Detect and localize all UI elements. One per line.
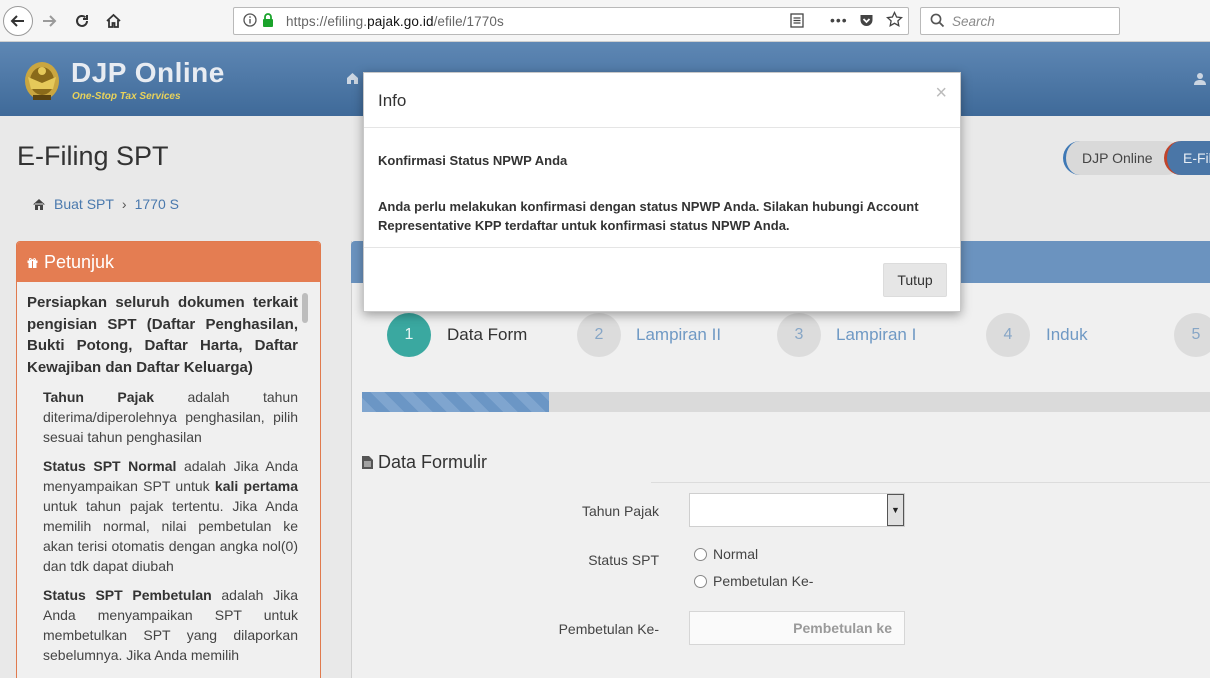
- back-arrow-icon: [10, 15, 24, 27]
- step-3-label[interactable]: Lampiran I: [836, 325, 916, 345]
- tutup-button[interactable]: Tutup: [883, 263, 947, 297]
- status-normal-help: Status SPT Normal adalah Jika Anda menya…: [43, 458, 298, 574]
- home-breadcrumb-icon[interactable]: [32, 198, 46, 210]
- lock-icon[interactable]: [262, 13, 274, 30]
- home-nav-icon[interactable]: [346, 72, 359, 87]
- gift-icon: [27, 257, 38, 268]
- status-pembetulan-option[interactable]: Pembetulan Ke-: [694, 573, 813, 589]
- brand-tagline: One-Stop Tax Services: [72, 91, 181, 102]
- bookmark-star-icon[interactable]: [886, 10, 903, 31]
- search-placeholder: Search: [952, 14, 995, 29]
- garuda-emblem-icon: [25, 62, 59, 100]
- url-text: https://efiling.pajak.go.id/efile/1770s: [286, 14, 504, 29]
- search-icon: [930, 13, 945, 31]
- select-dropdown-arrow[interactable]: ▼: [887, 494, 904, 526]
- status-spt-label: Status SPT: [588, 552, 659, 568]
- browser-toolbar: https://efiling.pajak.go.id/efile/1770s …: [0, 0, 1210, 42]
- address-bar[interactable]: https://efiling.pajak.go.id/efile/1770s …: [233, 7, 909, 35]
- status-pembetulan-label[interactable]: Pembetulan Ke-: [713, 573, 813, 589]
- reload-button[interactable]: [67, 6, 97, 36]
- pembetulan-ke-label: Pembetulan Ke-: [558, 621, 659, 637]
- step-4-circle[interactable]: 4: [986, 313, 1030, 357]
- petunjuk-title: Petunjuk: [44, 251, 115, 272]
- browser-search-box[interactable]: Search: [920, 7, 1120, 35]
- reload-icon: [76, 14, 88, 27]
- petunjuk-panel: Petunjuk Persiapkan seluruh dokumen terk…: [16, 241, 321, 678]
- forward-button[interactable]: [34, 6, 64, 36]
- forward-arrow-icon: [43, 15, 57, 27]
- step-3-circle[interactable]: 3: [777, 313, 821, 357]
- modal-body: Konfirmasi Status NPWP Anda Anda perlu m…: [364, 128, 960, 248]
- modal-message: Anda perlu melakukan konfirmasi dengan s…: [378, 198, 919, 234]
- more-actions-icon[interactable]: •••: [830, 12, 848, 28]
- info-modal: Info × Konfirmasi Status NPWP Anda Anda …: [363, 72, 961, 312]
- step-2-circle[interactable]: 2: [577, 313, 621, 357]
- petunjuk-header: Petunjuk: [17, 242, 320, 282]
- back-button[interactable]: [3, 6, 33, 36]
- breadcrumb: Buat SPT › 1770 S: [32, 196, 179, 212]
- step-5-circle[interactable]: 5: [1174, 313, 1210, 357]
- reader-view-icon[interactable]: [790, 13, 804, 31]
- home-button[interactable]: [98, 6, 128, 36]
- breadcrumb-1770s[interactable]: 1770 S: [135, 196, 179, 212]
- status-normal-option[interactable]: Normal: [694, 546, 758, 562]
- brand-name: DJP Online: [71, 57, 225, 88]
- breadcrumb-buat-spt[interactable]: Buat SPT: [54, 196, 114, 212]
- step-2-label[interactable]: Lampiran II: [636, 325, 721, 345]
- tahun-pajak-label: Tahun Pajak: [581, 503, 659, 519]
- petunjuk-scrollbar[interactable]: [302, 293, 308, 323]
- status-normal-label[interactable]: Normal: [713, 546, 758, 562]
- progress-fill: [362, 392, 549, 412]
- step-1-label[interactable]: Data Form: [447, 325, 527, 345]
- file-icon: [362, 456, 373, 469]
- modal-header: Info ×: [364, 73, 960, 128]
- status-normal-radio[interactable]: [694, 547, 707, 561]
- tahun-pajak-select[interactable]: [689, 493, 905, 527]
- modal-close-icon[interactable]: ×: [935, 82, 947, 105]
- petunjuk-content: Persiapkan seluruh dokumen terkait pengi…: [17, 282, 320, 665]
- pocket-icon[interactable]: [859, 13, 874, 31]
- status-pembetulan-radio[interactable]: [694, 574, 707, 588]
- tahun-pajak-help: Tahun Pajak adalah tahun diterima/dipero…: [43, 389, 298, 445]
- efiling-link[interactable]: E-Fili: [1164, 141, 1210, 175]
- pembetulan-ke-input[interactable]: [689, 611, 905, 645]
- modal-title: Info: [378, 91, 407, 110]
- step-4-label[interactable]: Induk: [1046, 325, 1088, 345]
- page-title: E-Filing SPT: [17, 141, 169, 171]
- status-pembetulan-help: Status SPT Pembetulan adalah Jika Anda m…: [43, 587, 298, 663]
- step-1-circle[interactable]: 1: [387, 313, 431, 357]
- info-icon[interactable]: [243, 13, 257, 30]
- petunjuk-lead: Persiapkan seluruh dokumen terkait pengi…: [27, 294, 298, 376]
- home-icon: [105, 13, 121, 28]
- user-icon[interactable]: [1194, 72, 1206, 88]
- breadcrumb-separator: ›: [121, 196, 127, 212]
- data-formulir-heading: Data Formulir: [362, 452, 487, 473]
- section-divider: [651, 482, 1210, 483]
- modal-subject: Konfirmasi Status NPWP Anda: [378, 153, 568, 168]
